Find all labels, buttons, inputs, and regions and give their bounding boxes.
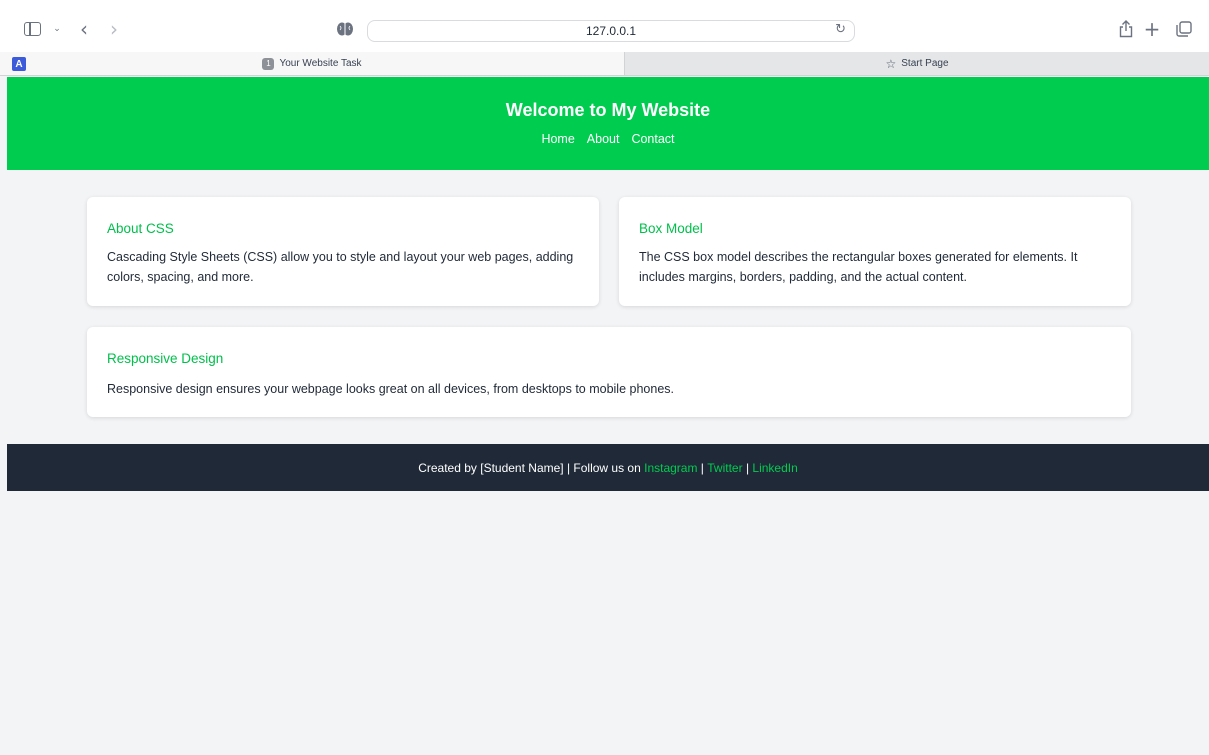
nav-link-about[interactable]: About <box>587 132 620 146</box>
footer-separator: | <box>742 460 753 475</box>
footer-link-linkedin[interactable]: LinkedIn <box>752 461 797 475</box>
browser-toolbar: ⌄ ‹ › 127.0.0.1 ↻ + <box>0 0 1209 52</box>
reload-icon[interactable]: ↻ <box>835 22 846 37</box>
sidebar-icon[interactable] <box>24 22 41 36</box>
card-about-css: About CSS Cascading Style Sheets (CSS) a… <box>87 197 599 306</box>
site-nav: Home About Contact <box>7 132 1209 146</box>
address-bar[interactable]: 127.0.0.1 ↻ <box>367 20 855 42</box>
footer-link-twitter[interactable]: Twitter <box>707 461 742 475</box>
card-text: Responsive design ensures your webpage l… <box>107 382 674 396</box>
plus-icon[interactable]: + <box>1143 17 1161 41</box>
nav-link-contact[interactable]: Contact <box>631 132 674 146</box>
extension-icon[interactable]: A <box>12 57 26 71</box>
back-icon[interactable]: ‹ <box>76 17 92 41</box>
card-text: The CSS box model describes the rectangu… <box>639 250 1078 284</box>
window-edge <box>0 77 7 755</box>
url-text: 127.0.0.1 <box>585 24 637 38</box>
tab-overview-icon[interactable] <box>1175 20 1193 38</box>
tab-your-website-task[interactable]: 1 Your Website Task <box>0 52 624 75</box>
tab-title: Your Website Task <box>279 58 362 69</box>
footer-text: Created by [Student Name] | Follow us on <box>418 460 645 475</box>
forward-icon[interactable]: › <box>106 17 122 41</box>
card-text: Cascading Style Sheets (CSS) allow you t… <box>107 250 574 284</box>
brain-icon[interactable] <box>335 20 355 38</box>
card-title: Responsive Design <box>107 351 224 366</box>
chevron-down-icon[interactable]: ⌄ <box>50 20 64 38</box>
footer-separator: | <box>697 460 708 475</box>
site-footer: Created by [Student Name] | Follow us on… <box>7 444 1209 491</box>
star-icon: ☆ <box>885 56 897 71</box>
tab-title: Start Page <box>901 58 949 69</box>
tab-number-badge: 1 <box>262 57 275 70</box>
card-responsive-design: Responsive Design Responsive design ensu… <box>87 327 1131 417</box>
card-title: Box Model <box>639 221 703 236</box>
tab-start-page[interactable]: ☆ Start Page <box>624 52 1209 75</box>
share-icon[interactable] <box>1118 18 1134 40</box>
card-box-model: Box Model The CSS box model describes th… <box>619 197 1131 306</box>
footer-link-instagram[interactable]: Instagram <box>644 461 697 475</box>
nav-link-home[interactable]: Home <box>541 132 574 146</box>
site-title: Welcome to My Website <box>505 100 711 120</box>
card-title: About CSS <box>107 221 174 236</box>
site-header: Welcome to My Website Home About Contact <box>7 77 1209 170</box>
tab-strip: 1 Your Website Task ☆ Start Page A <box>0 52 1209 76</box>
